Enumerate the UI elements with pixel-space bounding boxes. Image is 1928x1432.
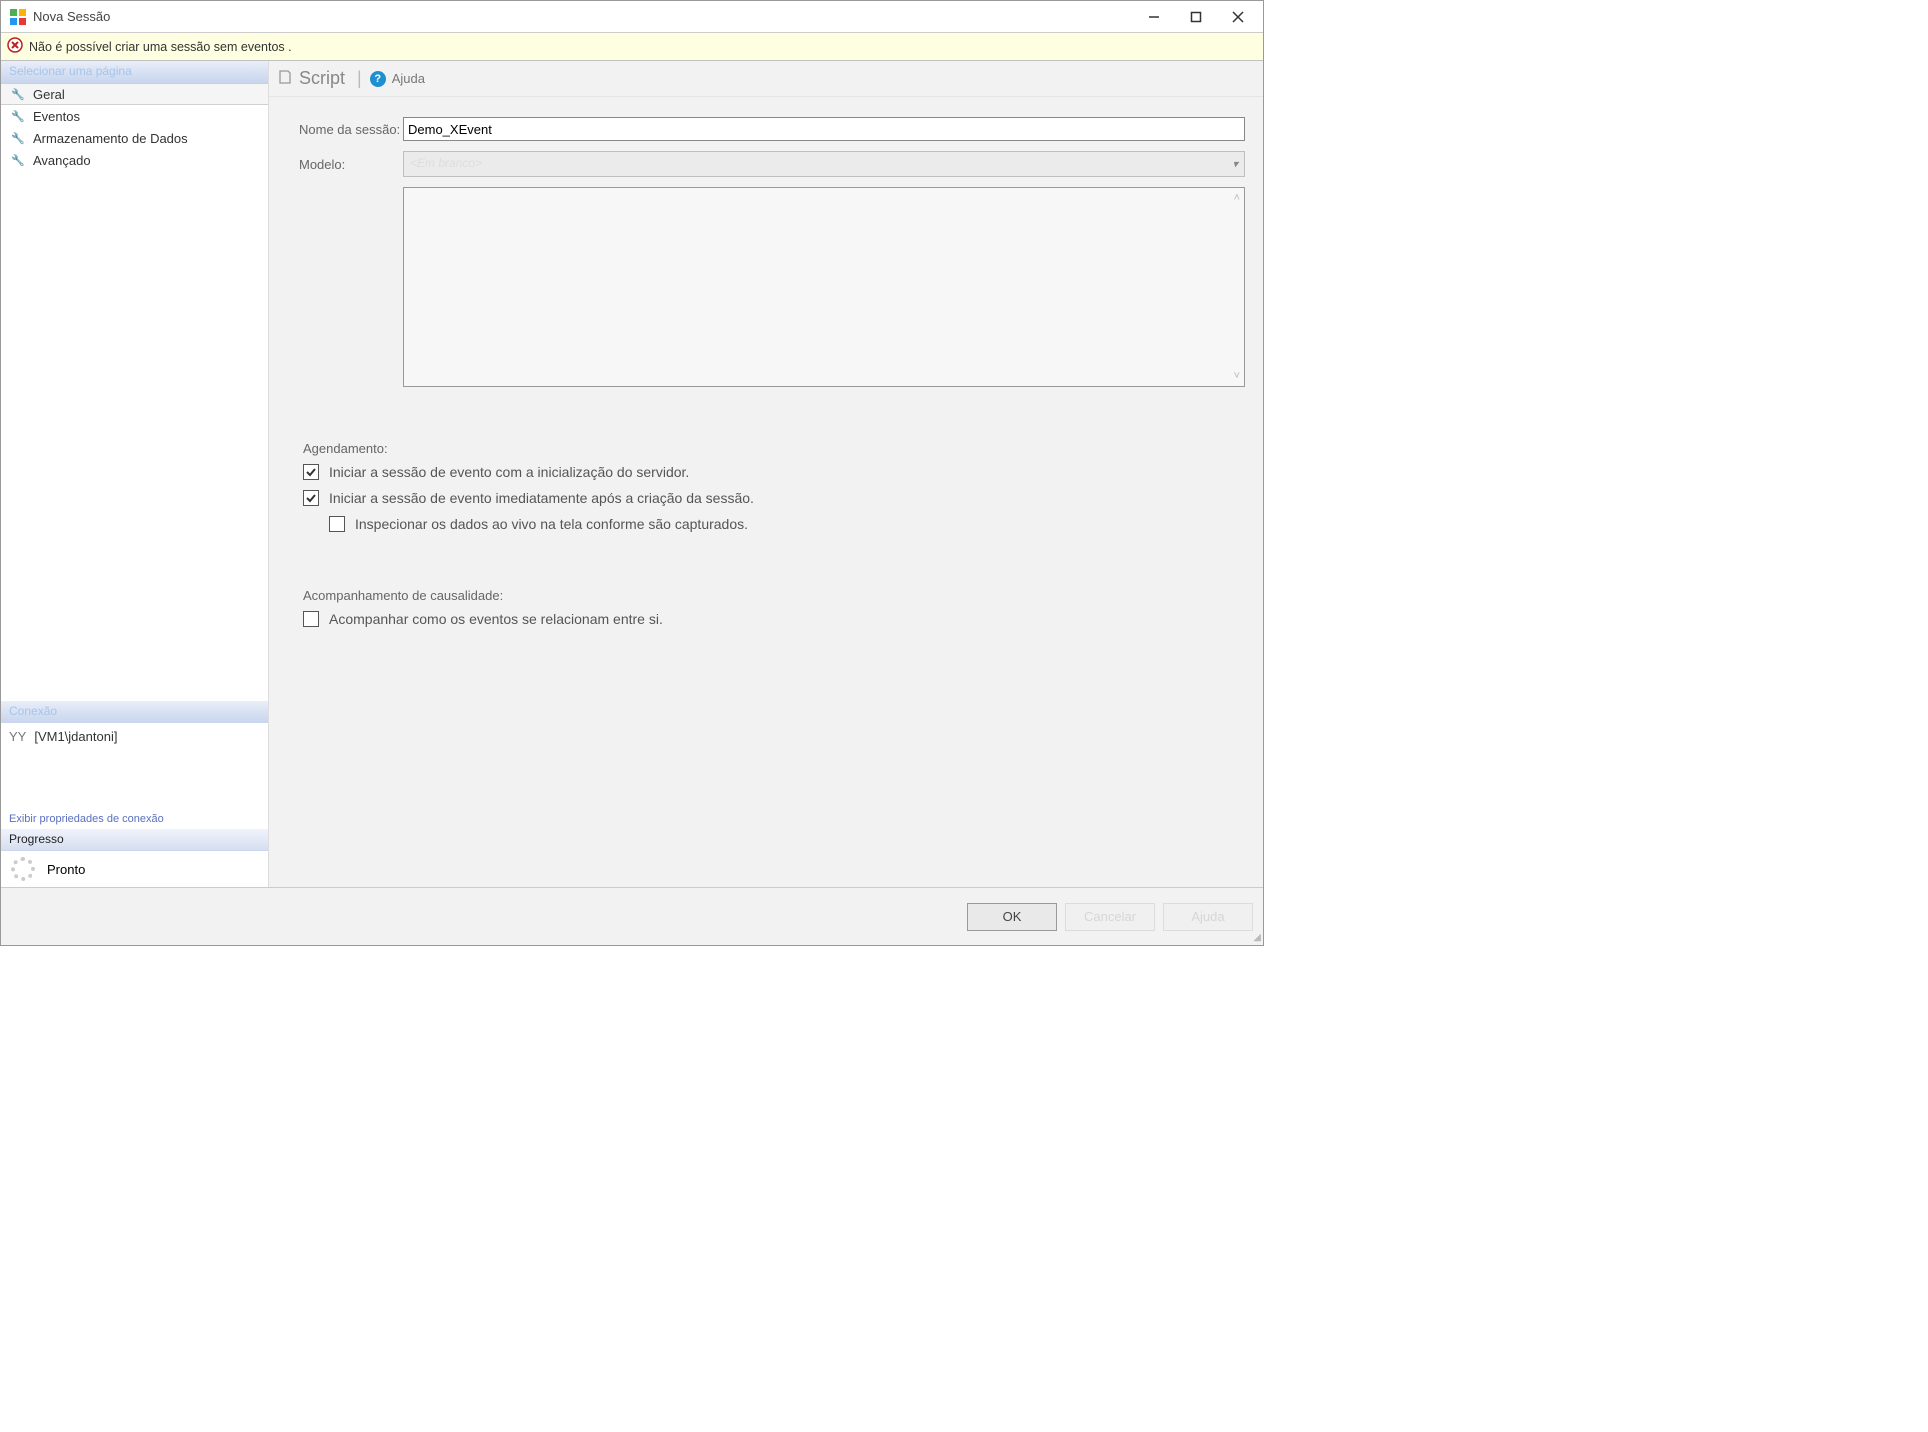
sidebar-item-label: Geral bbox=[33, 87, 65, 102]
maximize-button[interactable] bbox=[1175, 1, 1217, 33]
cancel-button[interactable]: Cancelar bbox=[1065, 903, 1155, 931]
schedule-section-label: Agendamento: bbox=[303, 441, 1245, 456]
error-icon bbox=[7, 37, 23, 56]
sidebar-item-label: Armazenamento de Dados bbox=[33, 131, 188, 146]
progress-status: Pronto bbox=[47, 862, 85, 877]
progress-block: Progresso Pronto bbox=[1, 829, 268, 887]
session-name-input[interactable] bbox=[403, 117, 1245, 141]
ok-button[interactable]: OK bbox=[967, 903, 1057, 931]
wrench-icon: 🔧 bbox=[11, 154, 25, 167]
connection-value: [VM1\jdantoni] bbox=[34, 729, 117, 744]
resize-grip-icon[interactable]: ◢ bbox=[1253, 932, 1261, 943]
form-area: Nome da sessão: Modelo: <Em branco> ▾ ˄ … bbox=[269, 97, 1263, 643]
help-button[interactable]: Ajuda bbox=[1163, 903, 1253, 931]
checkbox-label: Iniciar a sessão de evento com a inicial… bbox=[329, 464, 689, 480]
causality-section-label: Acompanhamento de causalidade: bbox=[303, 588, 1245, 603]
check-row-start-with-server: Iniciar a sessão de evento com a inicial… bbox=[303, 464, 1245, 480]
checkbox-live-watch[interactable] bbox=[329, 516, 345, 532]
wrench-icon: 🔧 bbox=[11, 110, 25, 123]
template-value: <Em branco> bbox=[410, 156, 482, 170]
scroll-down-icon[interactable]: ˅ bbox=[1234, 370, 1240, 382]
checkbox-causality[interactable] bbox=[303, 611, 319, 627]
wrench-icon: 🔧 bbox=[11, 88, 25, 101]
page-list: 🔧 Geral 🔧 Eventos 🔧 Armazenamento de Dad… bbox=[1, 83, 268, 171]
script-dropdown[interactable]: Script bbox=[299, 68, 345, 89]
template-label: Modelo: bbox=[299, 157, 403, 172]
sidebar: Selecionar uma página 🔧 Geral 🔧 Eventos … bbox=[1, 61, 269, 887]
error-bar: Não é possível criar uma sessão sem even… bbox=[1, 33, 1263, 61]
checkbox-label: Inspecionar os dados ao vivo na tela con… bbox=[355, 516, 748, 532]
chevron-down-icon: ▾ bbox=[1232, 158, 1238, 171]
sidebar-item-armazenamento[interactable]: 🔧 Armazenamento de Dados bbox=[1, 127, 268, 149]
main-container: Selecionar uma página 🔧 Geral 🔧 Eventos … bbox=[1, 61, 1263, 887]
sidebar-header-progress: Progresso bbox=[1, 829, 268, 851]
checkbox-start-with-server[interactable] bbox=[303, 464, 319, 480]
check-row-live-watch: Inspecionar os dados ao vivo na tela con… bbox=[329, 516, 1245, 532]
wrench-icon: 🔧 bbox=[11, 132, 25, 145]
script-icon bbox=[277, 69, 293, 88]
connection-properties-link[interactable]: Exibir propriedades de conexão bbox=[1, 809, 268, 829]
content-toolbar: Script | ? Ajuda bbox=[269, 61, 1263, 97]
app-icon bbox=[9, 8, 27, 26]
check-row-start-immediately: Iniciar a sessão de evento imediatamente… bbox=[303, 490, 1245, 506]
sidebar-item-label: Eventos bbox=[33, 109, 80, 124]
connection-block: Conexão YY [VM1\jdantoni] Exibir proprie… bbox=[1, 701, 268, 829]
session-name-label: Nome da sessão: bbox=[299, 122, 403, 137]
checkbox-label: Iniciar a sessão de evento imediatamente… bbox=[329, 490, 754, 506]
sidebar-item-label: Avançado bbox=[33, 153, 91, 168]
window-title: Nova Sessão bbox=[33, 9, 1133, 24]
help-icon: ? bbox=[370, 71, 386, 87]
connection-prefix: YY bbox=[9, 729, 26, 744]
connection-line: YY [VM1\jdantoni] bbox=[1, 723, 268, 749]
sidebar-item-eventos[interactable]: 🔧 Eventos bbox=[1, 105, 268, 127]
check-row-causality: Acompanhar como os eventos se relacionam… bbox=[303, 611, 1245, 627]
sidebar-header-connection: Conexão bbox=[1, 701, 268, 723]
content-area: Script | ? Ajuda Nome da sessão: Modelo:… bbox=[269, 61, 1263, 887]
close-button[interactable] bbox=[1217, 1, 1259, 33]
checkbox-start-immediately[interactable] bbox=[303, 490, 319, 506]
toolbar-divider: | bbox=[357, 68, 362, 89]
help-link[interactable]: Ajuda bbox=[392, 71, 425, 86]
template-combo[interactable]: <Em branco> ▾ bbox=[403, 151, 1245, 177]
sidebar-item-avancado[interactable]: 🔧 Avançado bbox=[1, 149, 268, 171]
footer: OK Cancelar Ajuda ◢ bbox=[1, 887, 1263, 945]
minimize-button[interactable] bbox=[1133, 1, 1175, 33]
checkbox-label: Acompanhar como os eventos se relacionam… bbox=[329, 611, 663, 627]
titlebar: Nova Sessão bbox=[1, 1, 1263, 33]
template-description-box: ˄ ˅ bbox=[403, 187, 1245, 387]
error-text: Não é possível criar uma sessão sem even… bbox=[29, 40, 292, 54]
scroll-up-icon[interactable]: ˄ bbox=[1234, 192, 1240, 204]
sidebar-item-geral[interactable]: 🔧 Geral bbox=[1, 83, 268, 105]
progress-spinner-icon bbox=[11, 857, 35, 881]
sidebar-header-pages: Selecionar uma página bbox=[1, 61, 268, 83]
